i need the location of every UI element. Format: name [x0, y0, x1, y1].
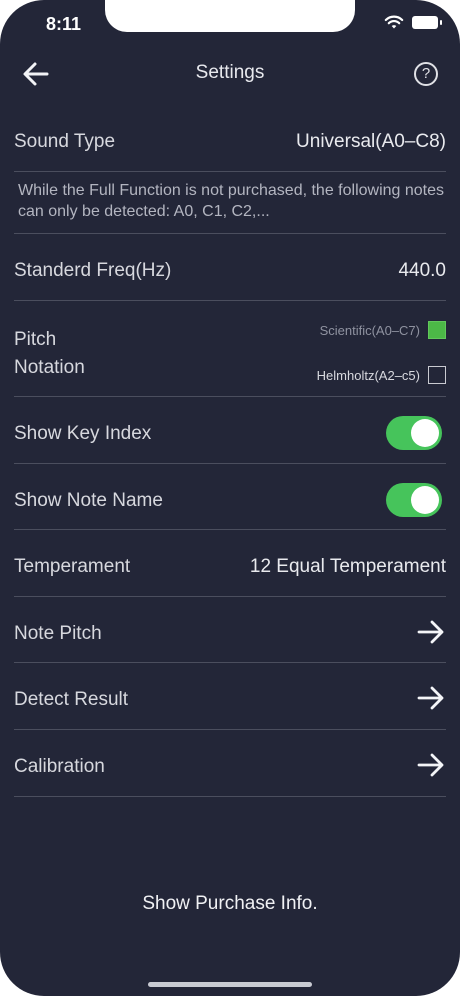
arrow-right-icon[interactable] — [416, 683, 446, 713]
temperament-value: 12 Equal Temperament — [249, 556, 446, 577]
pitch-notation-row: Pitch Notation Scientific(A0–C7) Helmhol… — [14, 301, 446, 397]
toggle-knob — [411, 486, 439, 514]
notation-option-helmholtz[interactable]: Helmholtz(A2–c5) — [317, 366, 446, 384]
status-time: 8:11 — [46, 14, 82, 34]
temperament-label: Temperament — [14, 556, 131, 577]
battery-icon — [412, 15, 442, 29]
toggle-knob — [411, 419, 439, 447]
detect-result-row[interactable]: Detect Result — [14, 663, 446, 730]
purchase-notice-row: While the Full Function is not purchased… — [14, 172, 446, 234]
status-icons — [384, 14, 442, 30]
notch — [105, 0, 355, 32]
sound-type-row[interactable]: Sound Type Universal(A0–C8) — [14, 110, 446, 172]
standard-freq-value: 440.0 — [398, 260, 446, 281]
show-note-name-row: Show Note Name — [14, 464, 446, 530]
checkbox-unchecked[interactable] — [428, 366, 446, 384]
note-pitch-row[interactable]: Note Pitch — [14, 597, 446, 663]
standard-freq-row[interactable]: Standerd Freq(Hz) 440.0 — [14, 234, 446, 301]
page-title: Settings — [195, 62, 265, 83]
phone-screen: 8:11 Settings ? Sound Type Universal(A0–… — [0, 0, 460, 996]
wifi-icon — [384, 15, 404, 29]
note-pitch-label: Note Pitch — [14, 623, 102, 644]
show-key-index-toggle[interactable] — [386, 416, 442, 450]
arrow-right-icon[interactable] — [416, 617, 446, 647]
pitch-notation-label-line1: Pitch — [14, 329, 57, 350]
checkbox-checked[interactable] — [428, 321, 446, 339]
purchase-notice: While the Full Function is not purchased… — [18, 182, 445, 220]
show-key-index-label: Show Key Index — [14, 423, 152, 444]
help-icon[interactable]: ? — [414, 62, 438, 86]
sound-type-value: Universal(A0–C8) — [296, 131, 446, 152]
show-purchase-info-button[interactable]: Show Purchase Info. — [0, 893, 460, 915]
show-note-name-toggle[interactable] — [386, 483, 442, 517]
notation-option-helmholtz-label: Helmholtz(A2–c5) — [316, 367, 420, 383]
sound-type-label: Sound Type — [14, 131, 116, 152]
home-indicator[interactable] — [148, 982, 312, 987]
calibration-row[interactable]: Calibration — [14, 730, 446, 797]
arrow-right-icon[interactable] — [416, 750, 446, 780]
show-key-index-row: Show Key Index — [14, 397, 446, 464]
show-note-name-label: Show Note Name — [14, 490, 163, 511]
detect-result-label: Detect Result — [14, 689, 129, 710]
temperament-row[interactable]: Temperament 12 Equal Temperament — [14, 530, 446, 597]
pitch-notation-label-line2: Notation — [14, 357, 85, 378]
notation-option-scientific[interactable]: Scientific(A0–C7) — [320, 321, 446, 339]
nav-bar: Settings ? — [0, 52, 460, 96]
notation-option-scientific-label: Scientific(A0–C7) — [319, 322, 420, 338]
calibration-label: Calibration — [14, 756, 105, 777]
standard-freq-label: Standerd Freq(Hz) — [14, 260, 172, 281]
